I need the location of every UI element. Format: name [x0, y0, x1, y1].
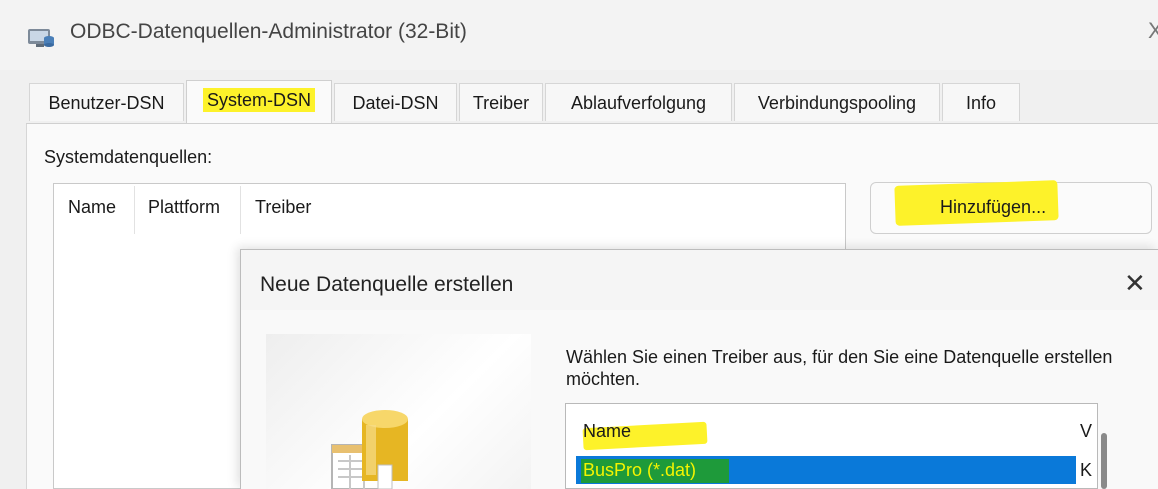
driver-name: BusPro (*.dat)	[583, 460, 697, 480]
column-header-driver[interactable]: Treiber	[255, 197, 311, 218]
window-title: ODBC-Datenquellen-Administrator (32-Bit)	[70, 20, 467, 43]
tab-verbindungspooling[interactable]: Verbindungspooling	[734, 83, 940, 121]
dialog-title: Neue Datenquelle erstellen	[260, 273, 514, 296]
dialog-instruction: Wählen Sie einen Treiber aus, für den Si…	[566, 347, 1113, 389]
tab-datei-dsn[interactable]: Datei-DSN	[334, 83, 457, 121]
title-bar: ODBC-Datenquellen-Administrator (32-Bit)…	[0, 0, 1158, 70]
driver-column-version[interactable]: V	[1080, 421, 1092, 442]
column-header-platform[interactable]: Plattform	[148, 197, 220, 218]
tab-benutzer-dsn[interactable]: Benutzer-DSN	[29, 83, 184, 121]
driver-column-name[interactable]: Name	[583, 421, 631, 442]
column-divider	[240, 186, 241, 234]
driver-list-scrollbar[interactable]	[1101, 433, 1107, 489]
tab-label: Ablaufverfolgung	[570, 93, 707, 113]
tab-info[interactable]: Info	[942, 83, 1020, 121]
column-header-name[interactable]: Name	[68, 197, 116, 218]
database-wizard-icon	[331, 410, 408, 489]
tab-treiber[interactable]: Treiber	[459, 83, 543, 121]
column-divider	[134, 186, 135, 234]
tab-divider	[26, 123, 1158, 124]
odbc-admin-icon	[28, 29, 54, 47]
system-dsn-label: Systemdatenquellen:	[44, 147, 213, 167]
tab-system-dsn[interactable]: System-DSN	[186, 80, 332, 124]
add-button-label: Hinzufügen...	[940, 197, 1047, 217]
tab-label: Treiber	[472, 93, 530, 113]
tab-label: Benutzer-DSN	[48, 93, 165, 113]
tab-label: Verbindungspooling	[757, 93, 917, 113]
tab-label: Datei-DSN	[352, 93, 439, 113]
tab-label: System-DSN	[202, 88, 315, 112]
tab-label: Info	[965, 93, 997, 113]
tab-ablaufverfolgung[interactable]: Ablaufverfolgung	[545, 83, 732, 121]
window-close-button[interactable]: X	[1148, 18, 1158, 44]
tab-bar: Benutzer-DSN System-DSN Datei-DSN Treibe…	[0, 80, 1158, 124]
dialog-close-button[interactable]: ✕	[1124, 268, 1146, 299]
driver-version: K	[1080, 460, 1093, 480]
